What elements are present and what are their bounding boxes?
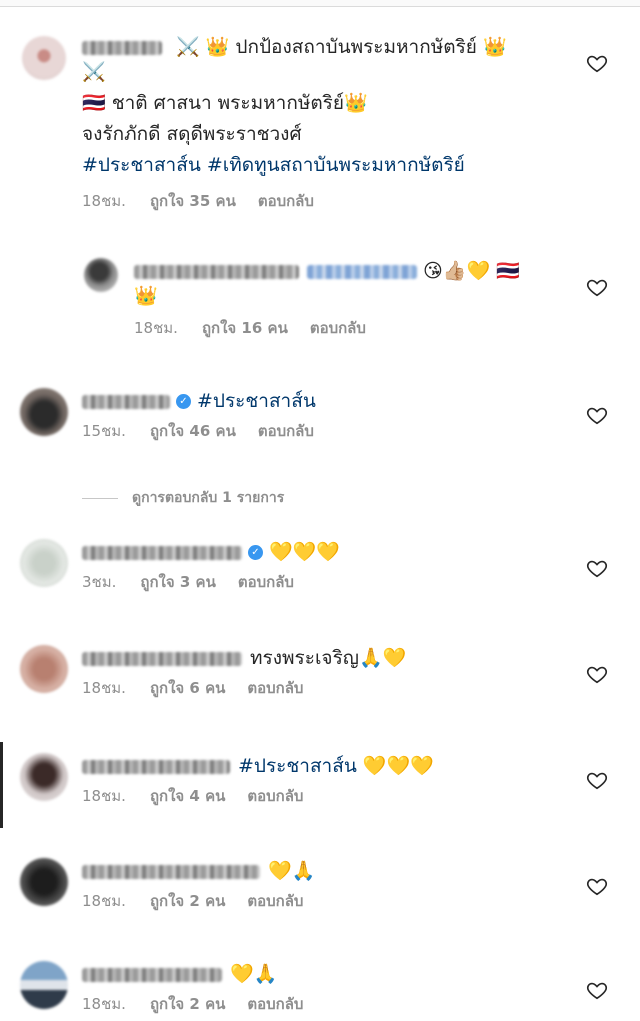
comment-text: 💛🙏 <box>268 860 316 882</box>
comment-text: 💛💛💛 <box>269 541 340 563</box>
comment-text-line3: จงรักภักดี สดุดีพระราชวงศ์ <box>82 123 302 145</box>
comment-text: 😘👍🏼💛 🇹🇭 <box>423 260 520 282</box>
avatar[interactable] <box>20 645 68 693</box>
comment-meta: 18ชม. ถูกใจ 16 คน ตอบกลับ <box>134 316 574 340</box>
comment-meta: 18ชม. ถูกใจ 2 คน ตอบกลับ <box>82 889 582 913</box>
username[interactable] <box>82 394 170 409</box>
verified-badge-icon: ✓ <box>248 545 263 560</box>
comment-text-line2: 🇹🇭 ชาติ ศาสนา พระมหากษัตริย์👑 <box>82 92 368 114</box>
avatar[interactable] <box>20 961 68 1009</box>
timestamp: 18ชม. <box>82 995 126 1013</box>
heart-icon[interactable] <box>586 52 608 74</box>
heart-icon[interactable] <box>586 979 608 1001</box>
comment-meta: 18ชม. ถูกใจ 4 คน ตอบกลับ <box>82 784 582 808</box>
username[interactable] <box>82 40 162 55</box>
username[interactable] <box>82 967 222 982</box>
likes-count[interactable]: ถูกใจ 4 คน <box>150 787 225 805</box>
comment-text: 💛🙏 <box>230 963 278 985</box>
scroll-indicator <box>0 742 3 828</box>
comment-meta: 18ชม. ถูกใจ 2 คน ตอบกลับ <box>82 992 582 1016</box>
heart-icon[interactable] <box>586 557 608 579</box>
timestamp: 18ชม. <box>82 679 126 697</box>
timestamp: 18ชม. <box>82 192 126 210</box>
heart-icon[interactable] <box>586 276 608 298</box>
likes-count[interactable]: ถูกใจ 3 คน <box>140 573 215 591</box>
reply-button[interactable]: ตอบกลับ <box>247 787 303 805</box>
comment-text: 💛💛💛 <box>356 755 434 777</box>
likes-count[interactable]: ถูกใจ 2 คน <box>150 892 225 910</box>
timestamp: 3ชม. <box>82 573 117 591</box>
reply-button[interactable]: ตอบกลับ <box>247 679 303 697</box>
timestamp: 18ชม. <box>82 787 126 805</box>
top-divider <box>0 0 640 7</box>
likes-count[interactable]: ถูกใจ 35 คน <box>150 192 236 210</box>
likes-count[interactable]: ถูกใจ 46 คน <box>150 422 236 440</box>
hashtag-link[interactable]: #ประชาสาส์น <box>238 755 357 777</box>
avatar[interactable] <box>20 388 68 436</box>
verified-badge-icon: ✓ <box>176 394 191 409</box>
avatar[interactable] <box>20 753 68 801</box>
mention-link[interactable] <box>307 264 417 279</box>
username[interactable] <box>82 545 242 560</box>
username[interactable] <box>82 864 260 879</box>
comment-meta: 18ชม. ถูกใจ 35 คน ตอบกลับ <box>82 189 582 213</box>
hashtag-link[interactable]: #ประชาสาส์น <box>197 390 316 412</box>
avatar[interactable] <box>22 36 66 80</box>
reply-button[interactable]: ตอบกลับ <box>258 192 314 210</box>
view-replies-label: ดูการตอบกลับ 1 รายการ <box>132 490 285 506</box>
comment-text: ⚔️ 👑 ปกป้องสถาบันพระมหากษัตริย์ 👑 <box>170 36 507 58</box>
timestamp: 18ชม. <box>134 319 178 337</box>
comment-text: ทรงพระเจริญ🙏💛 <box>250 647 407 669</box>
username[interactable] <box>134 264 299 279</box>
comment-meta: 15ชม. ถูกใจ 46 คน ตอบกลับ <box>82 419 582 443</box>
timestamp: 18ชม. <box>82 892 126 910</box>
heart-icon[interactable] <box>586 663 608 685</box>
hashtag-link[interactable]: #ประชาสาส์น #เทิดทูนสถาบันพระมหากษัตริย์ <box>82 150 582 181</box>
divider-line <box>82 497 118 499</box>
likes-count[interactable]: ถูกใจ 16 คน <box>202 319 288 337</box>
view-replies-link[interactable]: ดูการตอบกลับ 1 รายการ <box>82 487 284 509</box>
comment-meta: 3ชม. ถูกใจ 3 คน ตอบกลับ <box>82 570 582 594</box>
reply-button[interactable]: ตอบกลับ <box>238 573 294 591</box>
heart-icon[interactable] <box>586 875 608 897</box>
avatar[interactable] <box>84 258 118 292</box>
reply-button[interactable]: ตอบกลับ <box>310 319 366 337</box>
likes-count[interactable]: ถูกใจ 2 คน <box>150 995 225 1013</box>
comment-meta: 18ชม. ถูกใจ 6 คน ตอบกลับ <box>82 676 582 700</box>
username[interactable] <box>82 651 242 666</box>
timestamp: 15ชม. <box>82 422 126 440</box>
reply-button[interactable]: ตอบกลับ <box>247 892 303 910</box>
avatar[interactable] <box>20 858 68 906</box>
reply-button[interactable]: ตอบกลับ <box>258 422 314 440</box>
heart-icon[interactable] <box>586 769 608 791</box>
likes-count[interactable]: ถูกใจ 6 คน <box>150 679 225 697</box>
username[interactable] <box>82 759 230 774</box>
avatar[interactable] <box>20 539 68 587</box>
reply-button[interactable]: ตอบกลับ <box>247 995 303 1013</box>
heart-icon[interactable] <box>586 404 608 426</box>
